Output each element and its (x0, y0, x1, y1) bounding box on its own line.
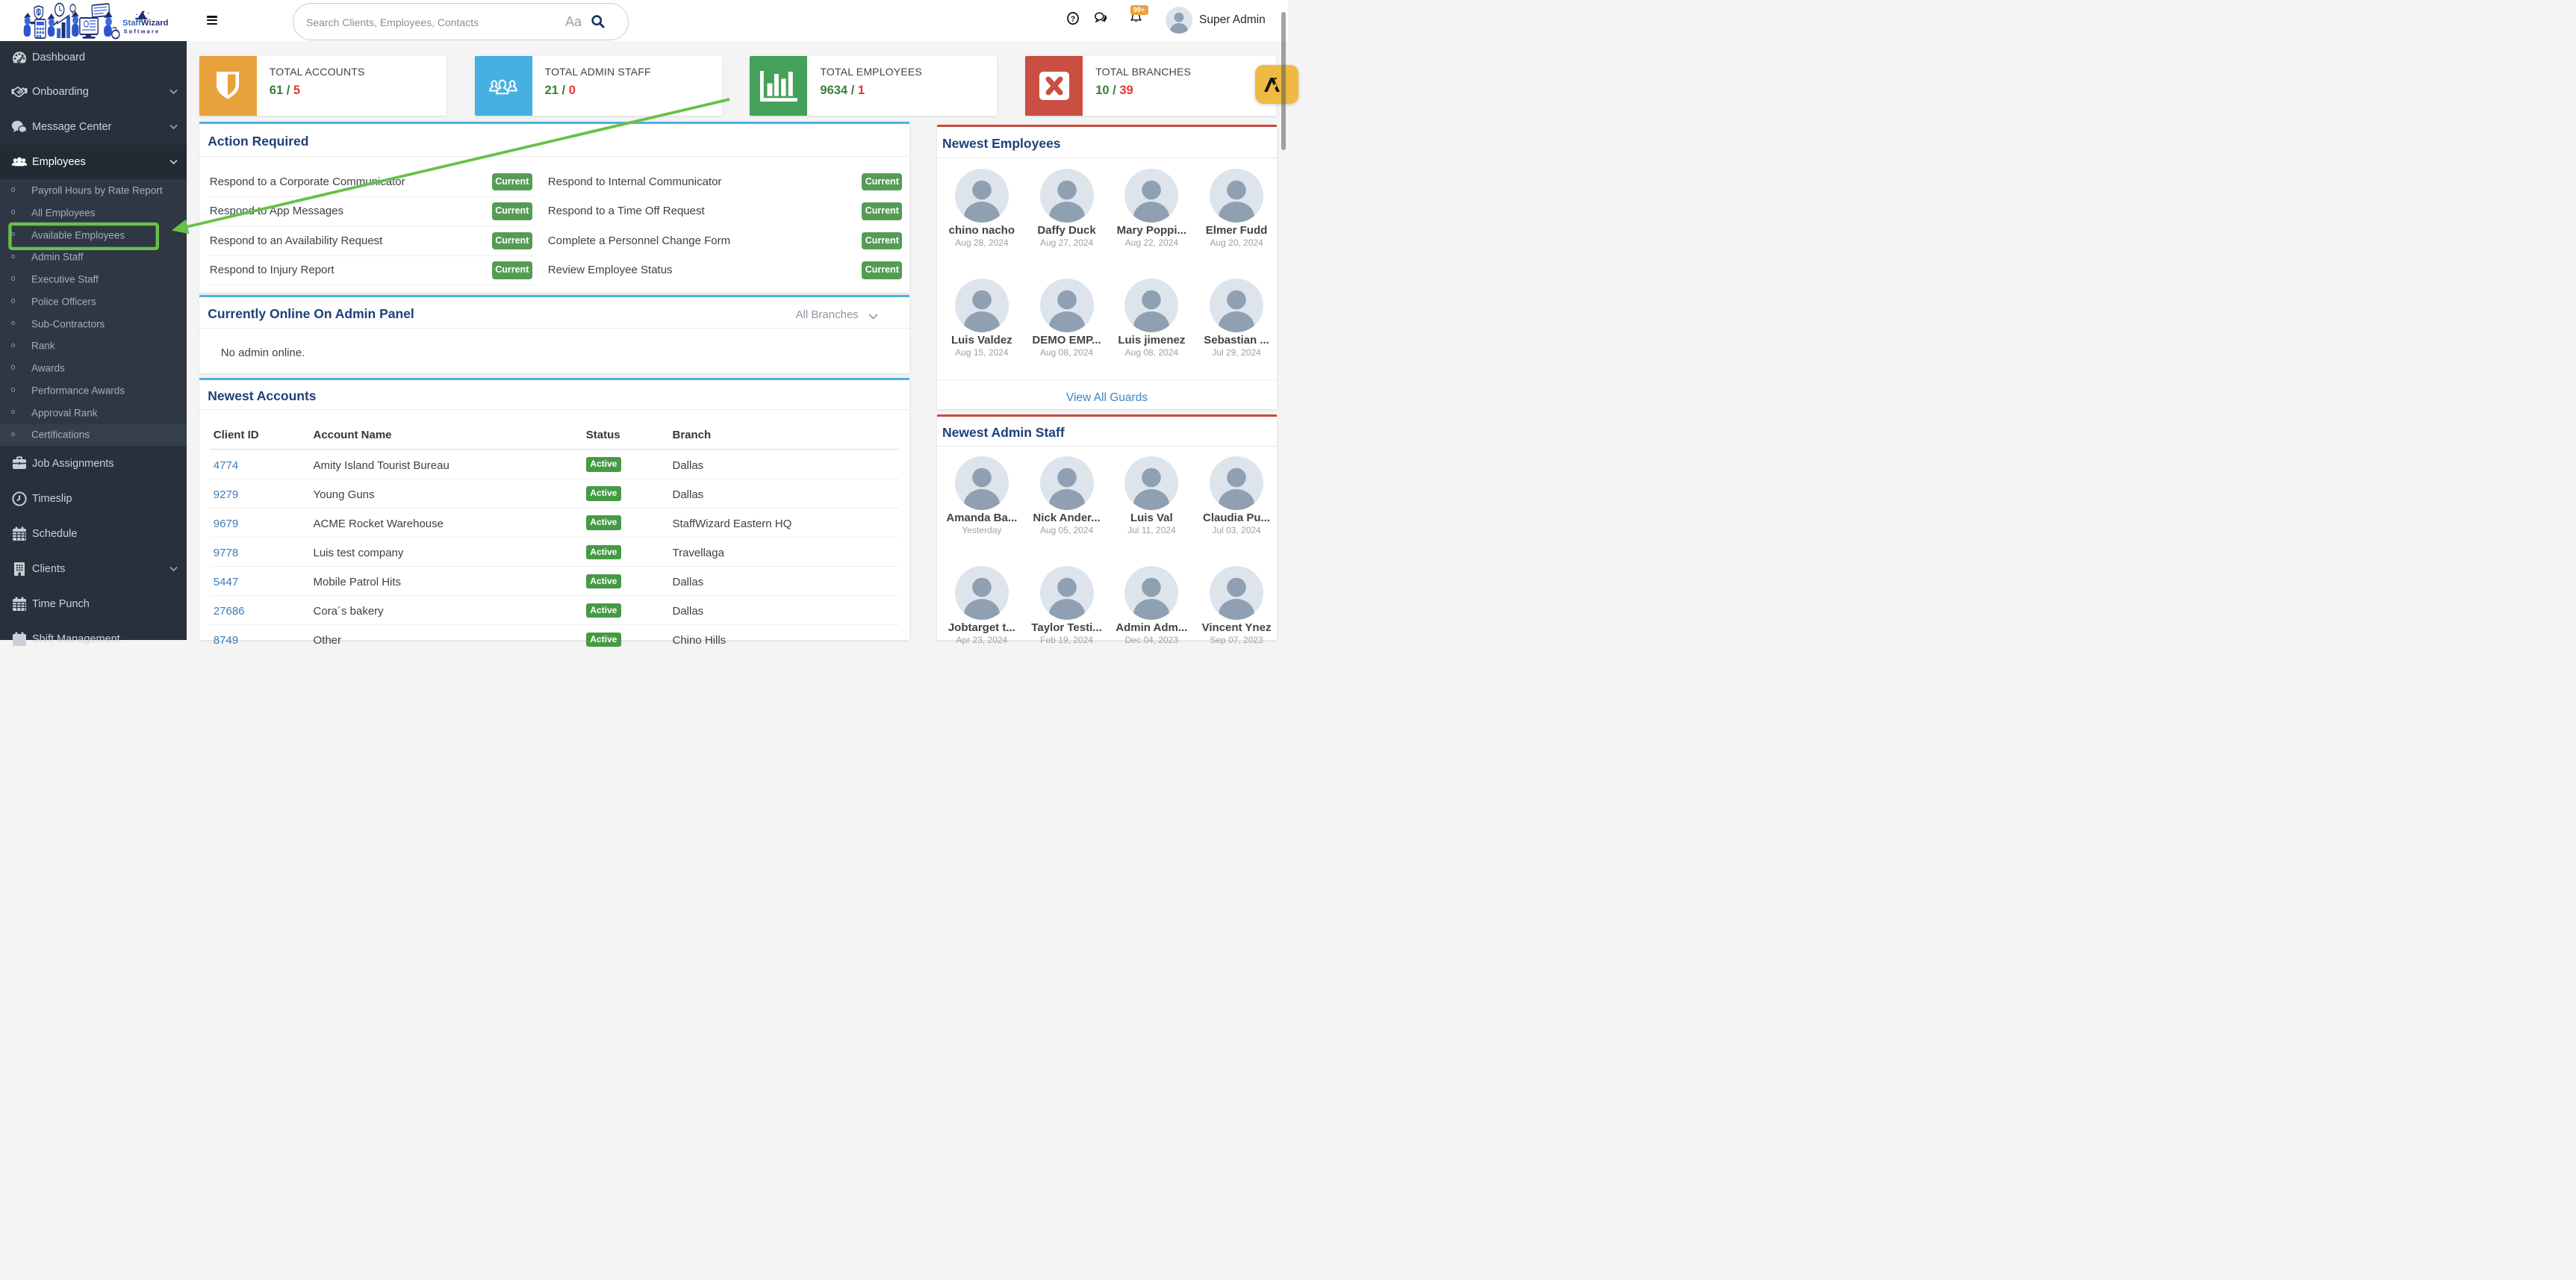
svg-text:StaffWizard: StaffWizard (122, 19, 169, 28)
svg-text:Software: Software (124, 28, 161, 35)
svg-text:?: ? (1071, 15, 1075, 23)
svg-text:$: $ (37, 8, 40, 16)
